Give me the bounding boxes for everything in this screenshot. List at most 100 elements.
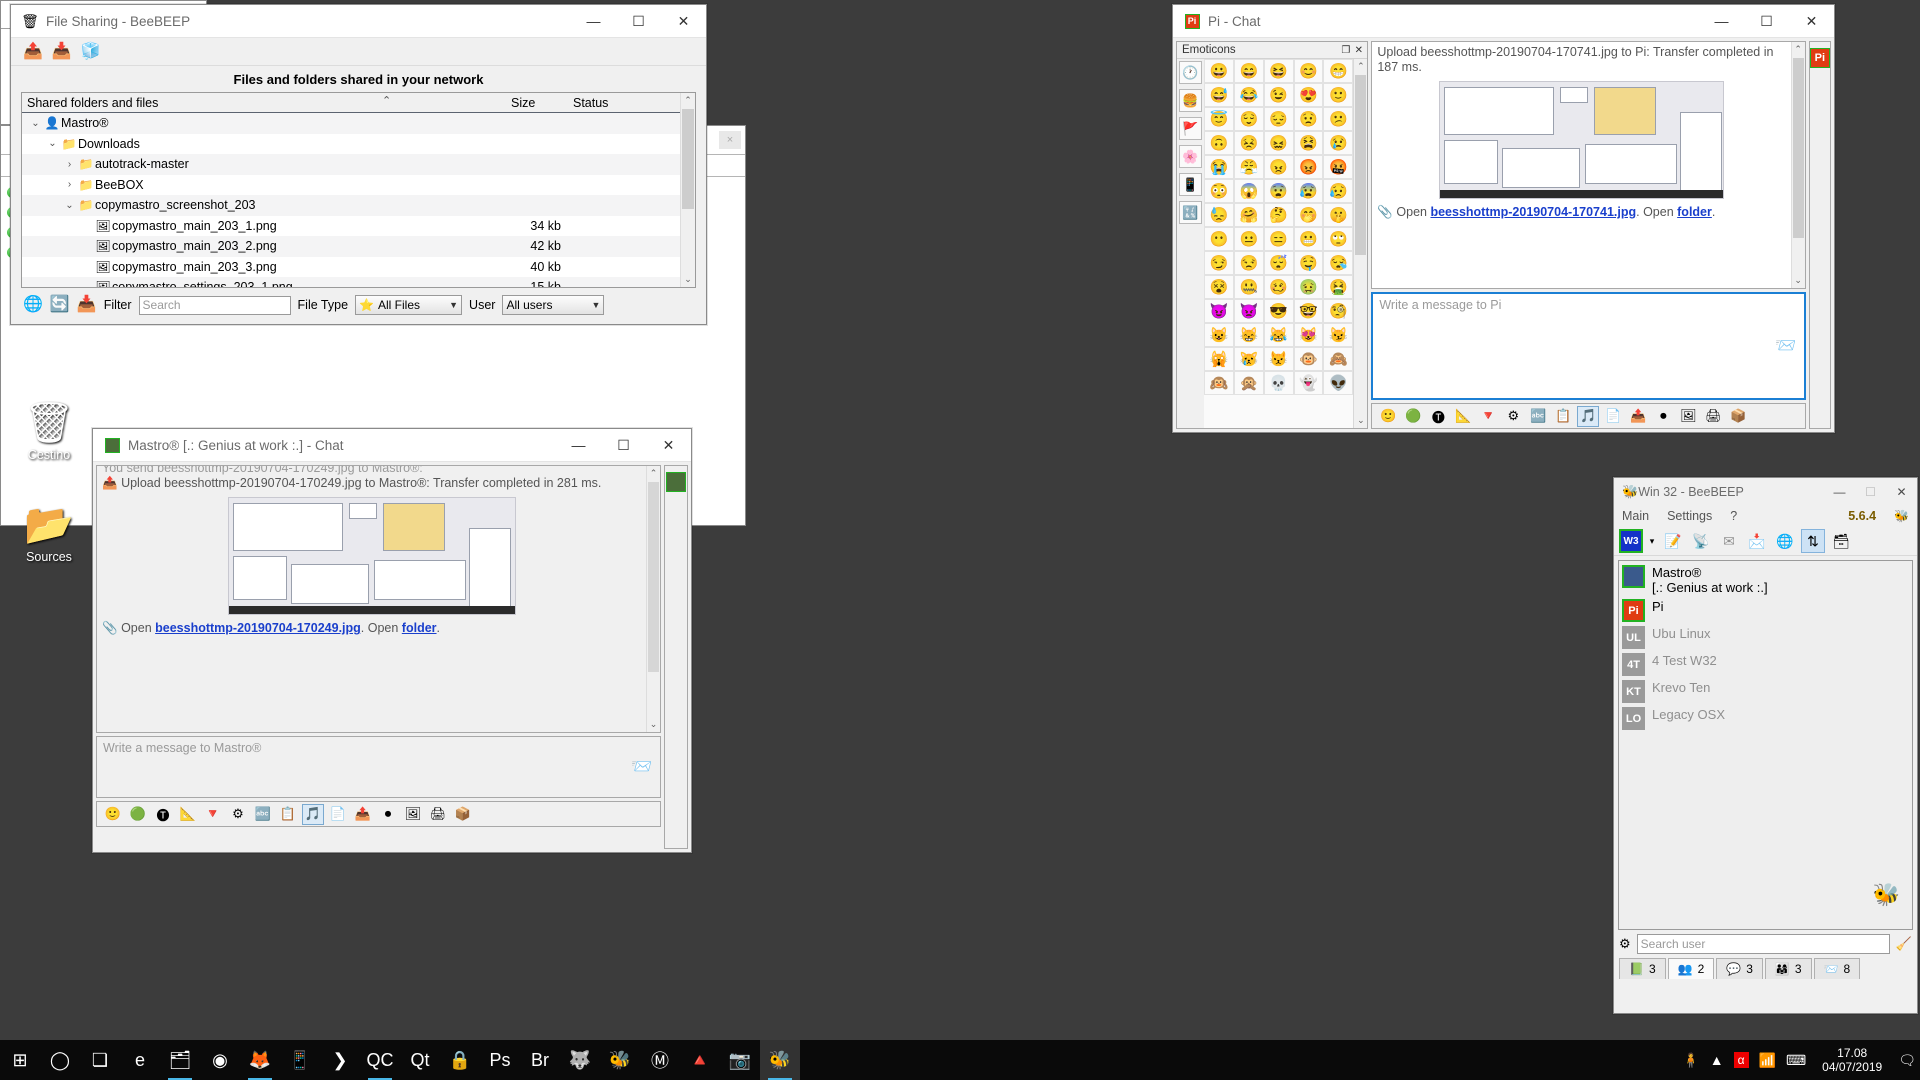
- print-icon[interactable]: 🖨: [1702, 406, 1724, 427]
- file-sharing-titlebar[interactable]: 🗑 File Sharing - BeeBEEP — ☐ ✕: [11, 5, 706, 38]
- pi-message-input-area[interactable]: Write a message to Pi 📨: [1371, 292, 1806, 400]
- emoticon-icon[interactable]: 🙂: [1377, 406, 1399, 427]
- settings-icon[interactable]: ⚙: [227, 804, 249, 825]
- emoticon-37[interactable]: 😑: [1263, 227, 1294, 251]
- qc-icon[interactable]: QC: [360, 1040, 400, 1080]
- chevron-down-icon[interactable]: ⌄: [62, 200, 77, 211]
- network-icon[interactable]: 🌐: [1773, 529, 1797, 553]
- print-icon[interactable]: 🖨: [427, 804, 449, 825]
- minimize-button[interactable]: —: [556, 429, 601, 462]
- taskbar[interactable]: ⊞ ◯ ❏ e 🗂 ◉ 🦊 📱 ❯ QC Qt 🔒 Ps Br 🐺 🐝 Ⓜ 🔺 📷 🐝 🧍 ▲ α 📶 ⌨ 17.08…: [0, 1040, 1920, 1080]
- search-input[interactable]: Search user: [1636, 934, 1890, 954]
- wifi-icon[interactable]: 📶: [1759, 1052, 1776, 1069]
- emoticon-grid[interactable]: 😀 😄 😆 😊 😁 😅 😂 😉 😍 🙂 😇 😌 😔 😟 😕 🙃 😣 😖 😫 😢 😭 😤 😠 😡 🤬 😳 😱 😨 😰 😥 😓 🤗 🤔 🤭 🤫 😶 😐 😑 😬 🙄…: [1204, 59, 1354, 428]
- record-icon[interactable]: ⏺: [377, 804, 399, 825]
- vlc-icon[interactable]: 🔺: [680, 1040, 720, 1080]
- pi-chat-window[interactable]: Pi Pi - Chat — ☐ ✕ Emoticons ❐ ✕ 🕐 🍔 🚩 🌸 📱 🔣: [1172, 4, 1835, 433]
- emoticon-57[interactable]: 😹: [1263, 323, 1294, 347]
- emoticon-50[interactable]: 😈: [1204, 299, 1234, 323]
- emoticon-category-tab-5[interactable]: 🔣: [1179, 201, 1202, 224]
- emoticon-31[interactable]: 🤗: [1233, 203, 1264, 227]
- emoticon-category-tab-2[interactable]: 🚩: [1179, 117, 1202, 140]
- mastro-chat-rail[interactable]: [664, 465, 688, 849]
- scroll-up-icon[interactable]: ⌃: [1792, 42, 1805, 57]
- table-row[interactable]: ⌄ 📁 copymastro_screenshot_203: [22, 195, 680, 216]
- table-row[interactable]: 🖼 copymastro_main_203_3.png 40 kb: [22, 257, 680, 278]
- upload-icon[interactable]: 📤: [23, 43, 43, 60]
- share-icon[interactable]: 📦: [1727, 406, 1749, 427]
- emoticon-32[interactable]: 🤔: [1263, 203, 1294, 227]
- emoticon-35[interactable]: 😶: [1204, 227, 1234, 251]
- column-header-status[interactable]: Status: [568, 96, 680, 110]
- clock[interactable]: 17.08 04/07/2019: [1816, 1046, 1888, 1074]
- keyboard-icon[interactable]: ⌨: [1786, 1052, 1806, 1069]
- maximize-button[interactable]: ☐: [616, 5, 661, 38]
- emoticon-55[interactable]: 😺: [1204, 323, 1234, 347]
- beebeep-titlebar[interactable]: 🐝 Win 32 - BeeBEEP — ☐ ✕: [1614, 478, 1917, 505]
- mail-icon[interactable]: ✉: [1717, 529, 1741, 553]
- emoticon-category-tabs[interactable]: 🕐 🍔 🚩 🌸 📱 🔣: [1177, 59, 1204, 428]
- emoticon-49[interactable]: 🤮: [1323, 275, 1354, 299]
- pi-chat-toolbar[interactable]: 🙂 🟢 🅣 📐 🔻 ⚙ 🔤 📋 🎵 📄 📤 ⏺ 🖼 🖨 📦: [1371, 403, 1806, 429]
- emoticon-69[interactable]: 👽: [1323, 371, 1354, 395]
- emoticon-34[interactable]: 🤫: [1323, 203, 1354, 227]
- emoticon-62[interactable]: 😾: [1263, 347, 1294, 371]
- file-link[interactable]: beesshottmp-20190704-170249.jpg: [155, 621, 361, 635]
- history-icon[interactable]: 📋: [277, 804, 299, 825]
- list-item[interactable]: LO Legacy OSX: [1621, 705, 1910, 732]
- emoticon-21[interactable]: 😤: [1233, 155, 1264, 179]
- chevron-up-icon[interactable]: ▲: [1710, 1052, 1724, 1068]
- spellcheck-icon[interactable]: 🔤: [252, 804, 274, 825]
- task-view-button[interactable]: ❏: [80, 1040, 120, 1080]
- scroll-down-icon[interactable]: ⌄: [681, 272, 695, 287]
- chevron-right-icon[interactable]: ›: [62, 179, 77, 190]
- tab-transfers-icon[interactable]: 📨 8: [1813, 958, 1861, 979]
- screenshot-thumbnail[interactable]: [227, 497, 516, 615]
- emoticon-26[interactable]: 😱: [1233, 179, 1264, 203]
- emoticon-30[interactable]: 😓: [1204, 203, 1234, 227]
- screenshot-thumbnail[interactable]: [1439, 81, 1724, 199]
- transfer-icon[interactable]: ⇅: [1801, 529, 1825, 553]
- table-row[interactable]: ⌄ 👤 Mastro®: [22, 113, 680, 134]
- table-row[interactable]: ⌄ 📁 Downloads: [22, 134, 680, 155]
- table-row[interactable]: › 📁 BeeBOX: [22, 175, 680, 196]
- user-status-icon[interactable]: W3: [1619, 529, 1643, 553]
- emoticon-22[interactable]: 😠: [1263, 155, 1294, 179]
- beebeep-menubar[interactable]: Main Settings ? 5.6.4 🐝: [1614, 505, 1917, 527]
- beebeep-tabs[interactable]: 📗 3 👥 2 💬 3 👨‍👩‍👧 3 📨 8: [1619, 958, 1912, 979]
- m-icon[interactable]: Ⓜ: [640, 1040, 680, 1080]
- filter-input[interactable]: Search: [138, 295, 291, 315]
- column-header-name[interactable]: Shared folders and files: [22, 96, 506, 110]
- qt-icon[interactable]: Qt: [400, 1040, 440, 1080]
- download-arrow-icon[interactable]: 📥: [77, 297, 97, 313]
- highlight-icon[interactable]: 📐: [177, 804, 199, 825]
- photoshop-icon[interactable]: Ps: [480, 1040, 520, 1080]
- emoticon-14[interactable]: 😕: [1323, 107, 1354, 131]
- send-icon[interactable]: 📨: [624, 737, 660, 797]
- scroll-thumb[interactable]: [1792, 58, 1804, 238]
- file-explorer-icon[interactable]: 🗂: [160, 1040, 200, 1080]
- emoticons-panel[interactable]: Emoticons ❐ ✕ 🕐 🍔 🚩 🌸 📱 🔣 😀 😄 😆 😊 😁 😅 😂 😉 😍 🙂 😇 😌 😔 😟 😕 🙃 😣 😖 😫…: [1176, 41, 1369, 429]
- beebeep-toolbar[interactable]: W3 ▾ 📝 📡 ✉ 📩 🌐 ⇅ 🗃: [1614, 527, 1917, 556]
- emoticon-58[interactable]: 😻: [1293, 323, 1324, 347]
- edit-profile-icon[interactable]: 📝: [1661, 529, 1685, 553]
- emoticon-13[interactable]: 😟: [1293, 107, 1324, 131]
- emoticon-28[interactable]: 😰: [1293, 179, 1324, 203]
- maximize-button[interactable]: ☐: [1855, 478, 1886, 505]
- emoticon-51[interactable]: 👿: [1233, 299, 1264, 323]
- emoticon-4[interactable]: 😁: [1323, 59, 1354, 83]
- emoticon-25[interactable]: 😳: [1204, 179, 1234, 203]
- mastro-chat-window[interactable]: Mastro® [.: Genius at work :.] - Chat — …: [92, 428, 692, 853]
- emoticon-43[interactable]: 🤤: [1293, 251, 1324, 275]
- emoticon-20[interactable]: 😭: [1204, 155, 1234, 179]
- emoticon-17[interactable]: 😖: [1263, 131, 1294, 155]
- refresh-icon[interactable]: 🔄: [50, 297, 70, 313]
- screenshot-icon[interactable]: 🖼: [402, 804, 424, 825]
- emoticon-59[interactable]: 😼: [1323, 323, 1354, 347]
- emoticon-15[interactable]: 🙃: [1204, 131, 1234, 155]
- emoticon-33[interactable]: 🤭: [1293, 203, 1324, 227]
- edge-icon[interactable]: e: [120, 1040, 160, 1080]
- scroll-down-icon[interactable]: ⌄: [1354, 413, 1367, 428]
- close-button[interactable]: ✕: [1789, 5, 1834, 38]
- cortana-button[interactable]: ◯: [40, 1040, 80, 1080]
